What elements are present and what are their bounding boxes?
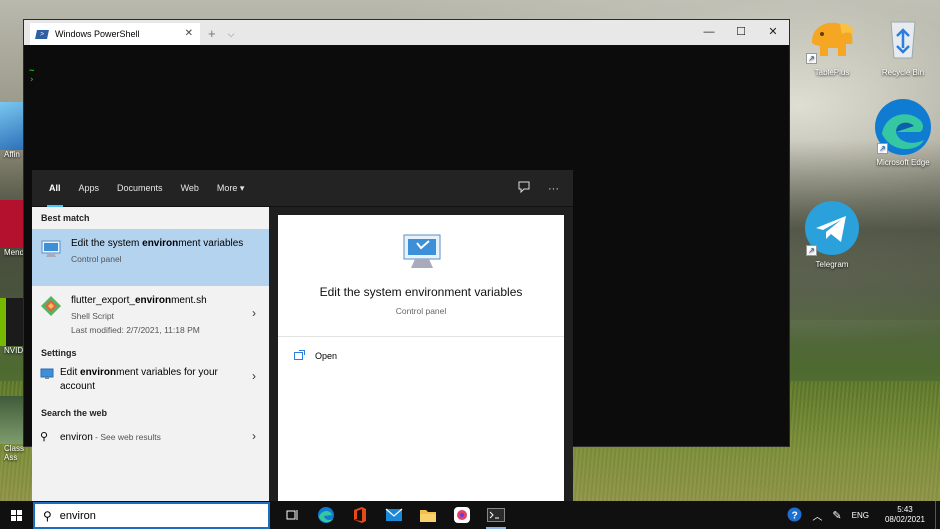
office-icon[interactable] bbox=[343, 501, 377, 529]
tab-more[interactable]: More ▾ bbox=[208, 170, 254, 207]
search-icon: ⚲ bbox=[43, 508, 52, 523]
result-web[interactable]: ⚲ environ - See web results › bbox=[32, 426, 269, 452]
preview-subtitle: Control panel bbox=[395, 306, 447, 316]
taskbar-search-box[interactable]: ⚲ bbox=[33, 502, 270, 529]
system-tray: ? ︿ ✎ ENG 5:43 08/02/2021 bbox=[787, 501, 940, 529]
prompt-symbol: › bbox=[29, 75, 35, 85]
tab-dropdown-button[interactable]: ⌵ bbox=[228, 29, 235, 40]
desktop-icon-telegram[interactable]: ↗ Telegram bbox=[797, 201, 867, 270]
file-explorer-icon[interactable] bbox=[411, 501, 445, 529]
result-title: Edit environment variables for your acco… bbox=[60, 367, 218, 392]
windows-logo-icon bbox=[11, 509, 22, 521]
recycle-bin-icon bbox=[877, 12, 929, 64]
powershell-icon: > bbox=[35, 29, 49, 39]
telegram-icon: ↗ bbox=[805, 201, 859, 256]
edge-icon: ↗ bbox=[875, 99, 931, 155]
terminal-output[interactable]: ~ › bbox=[24, 45, 789, 85]
result-file[interactable]: flutter_export_environment.sh Shell Scri… bbox=[32, 286, 269, 342]
show-desktop-button[interactable] bbox=[935, 501, 940, 529]
powershell-tab[interactable]: > Windows PowerShell ✕ bbox=[30, 23, 200, 45]
powershell-titlebar[interactable]: > Windows PowerShell ✕ + ⌵ — ☐ ✕ bbox=[24, 20, 789, 45]
start-search-panel: All Apps Documents Web More ▾ ··· Best m… bbox=[32, 170, 573, 501]
system-settings-icon bbox=[40, 239, 62, 262]
desktop-icon-tableplus[interactable]: ↗ TablePlus bbox=[797, 12, 867, 78]
result-subtitle: Control panel bbox=[71, 254, 122, 264]
result-title: environ - See web results bbox=[60, 432, 161, 443]
monitor-settings-icon bbox=[40, 368, 54, 383]
tab-web[interactable]: Web bbox=[172, 170, 208, 207]
result-settings[interactable]: Edit environment variables for your acco… bbox=[32, 364, 269, 404]
maximize-button[interactable]: ☐ bbox=[725, 20, 757, 45]
section-best-match: Best match bbox=[41, 213, 90, 223]
help-icon[interactable]: ? bbox=[787, 507, 802, 524]
shortcut-arrow-icon: ↗ bbox=[806, 53, 817, 64]
open-label: Open bbox=[315, 351, 338, 361]
search-filter-tabs: All Apps Documents Web More ▾ ··· bbox=[32, 170, 573, 207]
close-button[interactable]: ✕ bbox=[757, 20, 789, 45]
more-options-icon[interactable]: ··· bbox=[548, 183, 559, 195]
edge-icon[interactable] bbox=[309, 501, 343, 529]
svg-text:?: ? bbox=[792, 510, 798, 521]
taskbar-apps bbox=[275, 501, 513, 529]
clock-time: 5:43 bbox=[897, 505, 913, 514]
search-input[interactable] bbox=[59, 509, 240, 522]
open-icon bbox=[294, 350, 305, 362]
tableplus-elephant-icon: ↗ bbox=[806, 12, 858, 64]
result-type: Shell Script bbox=[71, 311, 114, 321]
feedback-icon[interactable] bbox=[518, 181, 530, 196]
tab-title: Windows PowerShell bbox=[55, 29, 140, 39]
desktop-icon-recycle-bin[interactable]: Recycle Bin bbox=[868, 12, 938, 78]
new-tab-button[interactable]: + bbox=[208, 26, 216, 41]
clock[interactable]: 5:43 08/02/2021 bbox=[877, 505, 935, 525]
tab-close-icon[interactable]: ✕ bbox=[185, 28, 193, 39]
task-view-icon[interactable] bbox=[275, 501, 309, 529]
chevron-right-icon[interactable]: › bbox=[252, 429, 256, 443]
preview-title: Edit the system environment variables bbox=[319, 285, 523, 299]
language-indicator[interactable]: ENG bbox=[852, 511, 869, 520]
search-icon: ⚲ bbox=[40, 431, 49, 443]
shortcut-arrow-icon: ↗ bbox=[877, 143, 888, 154]
chevron-up-icon[interactable]: ︿ bbox=[812, 508, 822, 523]
terminal-icon[interactable] bbox=[479, 501, 513, 529]
start-button[interactable] bbox=[0, 501, 33, 529]
preview-hero: Edit the system environment variables Co… bbox=[278, 215, 564, 337]
window-controls: — ☐ ✕ bbox=[693, 20, 789, 45]
pen-icon[interactable]: ✎ bbox=[832, 509, 841, 522]
result-title: Edit the system environment variables bbox=[71, 238, 244, 249]
search-results-list: Best match Edit the system environment v… bbox=[32, 207, 269, 501]
chevron-right-icon[interactable]: › bbox=[252, 369, 256, 383]
result-modified: Last modified: 2/7/2021, 11:18 PM bbox=[71, 325, 200, 335]
open-action[interactable]: Open bbox=[278, 337, 564, 362]
clock-date: 08/02/2021 bbox=[884, 515, 925, 524]
section-settings: Settings bbox=[41, 348, 77, 358]
color-picker-icon[interactable] bbox=[445, 501, 479, 529]
tab-all[interactable]: All bbox=[40, 170, 70, 207]
section-search-web: Search the web bbox=[41, 408, 108, 418]
result-best-match[interactable]: Edit the system environment variables Co… bbox=[32, 229, 269, 286]
mail-icon[interactable] bbox=[377, 501, 411, 529]
search-nav-actions: ··· bbox=[518, 170, 559, 207]
tab-apps[interactable]: Apps bbox=[70, 170, 109, 207]
result-preview-pane: Edit the system environment variables Co… bbox=[278, 215, 564, 501]
shortcut-arrow-icon: ↗ bbox=[806, 245, 817, 256]
tab-documents[interactable]: Documents bbox=[108, 170, 172, 207]
result-title: flutter_export_environment.sh bbox=[71, 295, 207, 306]
taskbar: ⚲ ? ︿ ✎ ENG 5:43 08 bbox=[0, 501, 940, 529]
minimize-button[interactable]: — bbox=[693, 20, 725, 45]
chevron-right-icon[interactable]: › bbox=[252, 306, 256, 320]
desktop-icon-microsoft-edge[interactable]: ↗ Microsoft Edge bbox=[868, 99, 938, 168]
flutter-script-icon bbox=[40, 295, 62, 320]
prompt-path: ~ bbox=[29, 66, 35, 76]
system-settings-large-icon bbox=[401, 231, 443, 274]
